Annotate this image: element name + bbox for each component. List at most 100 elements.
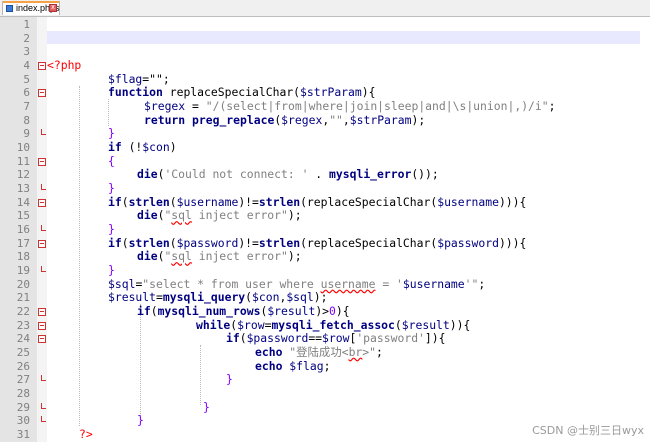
code-line[interactable]: 12 die('Could not connect: ' . mysqli_err…: [0, 168, 650, 182]
code-line[interactable]: 9}: [0, 127, 650, 141]
code-token: die: [137, 249, 158, 264]
code-token: (replaceSpecialChar(: [300, 194, 438, 209]
code-token: $sql: [108, 276, 136, 291]
code-line[interactable]: 18 die("sql inject error");: [0, 250, 650, 264]
fold-toggle-icon[interactable]: [38, 157, 46, 166]
code-token: ){: [361, 85, 376, 100]
code-token: ;: [376, 345, 383, 360]
code-line[interactable]: 29}: [0, 400, 650, 415]
code-line[interactable]: 5 $flag="";: [0, 71, 650, 87]
code-text: return preg_replace($regex,"",$strParam)…: [144, 112, 425, 128]
code-token: {: [108, 153, 115, 168]
code-line[interactable]: 4 <?php: [0, 58, 650, 73]
code-line[interactable]: 14 if(strlen($username)!=strlen(replaceSp…: [0, 194, 650, 210]
fold-end-marker: [41, 184, 46, 191]
fold-toggle-icon[interactable]: [38, 239, 46, 248]
line-number: 5: [23, 72, 30, 86]
line-number: 28: [16, 387, 30, 401]
code-token: $con: [252, 290, 280, 305]
line-number: 29: [16, 400, 30, 414]
line-number: 9: [23, 127, 30, 141]
code-token: 0: [329, 304, 336, 319]
code-line[interactable]: 1: [0, 18, 650, 32]
code-line[interactable]: 15 die("sql inject error");: [0, 209, 650, 223]
code-token: (: [121, 194, 129, 209]
code-token: (: [239, 331, 247, 346]
code-text: }: [137, 414, 144, 428]
code-line[interactable]: 20 $sql="select * from user where usernam…: [0, 276, 650, 292]
code-token: =: [185, 99, 206, 114]
code-line[interactable]: 28: [0, 387, 650, 401]
code-line[interactable]: 23 while($row=mysqli_fetch_assoc($result)…: [0, 317, 650, 333]
line-number: 26: [16, 359, 30, 373]
code-line[interactable]: 7 $regex = "/(select|from|where|join|slee…: [0, 99, 650, 114]
code-token: ]){: [424, 331, 446, 346]
code-text: if(strlen($password)!=strlen(replaceSpec…: [108, 235, 527, 251]
code-text: die('Could not connect: ' . mysqli_error…: [137, 168, 439, 182]
code-line[interactable]: 2: [0, 32, 650, 46]
fold-toggle-icon[interactable]: [38, 89, 46, 98]
line-number: 13: [16, 182, 30, 196]
code-line[interactable]: 27}: [0, 373, 650, 387]
code-line[interactable]: 25 echo "登陆成功<br>";: [0, 345, 650, 360]
line-number: 21: [16, 291, 30, 305]
code-token: ;: [548, 99, 556, 114]
fold-toggle-icon[interactable]: [38, 321, 46, 330]
code-token: $con: [142, 140, 170, 155]
code-token: <?php: [47, 58, 82, 72]
line-number: 24: [16, 332, 30, 346]
code-text: echo $flag;: [255, 359, 330, 374]
fold-end-marker: [41, 375, 46, 382]
code-line[interactable]: 8 return preg_replace($regex,"",$strParam…: [0, 112, 650, 128]
fold-toggle-icon[interactable]: [38, 308, 46, 317]
code-text: function replaceSpecialChar($strParam){: [108, 86, 375, 100]
code-token: ?>: [79, 427, 93, 442]
close-icon[interactable]: x: [49, 4, 57, 12]
code-token: }: [108, 126, 115, 141]
fold-end-marker: [41, 266, 46, 273]
code-line[interactable]: 26 echo $flag;: [0, 359, 650, 374]
code-token: $flag: [108, 71, 143, 86]
code-token: ))){: [498, 235, 527, 250]
code-line[interactable]: 13}: [0, 181, 650, 196]
fold-toggle-icon[interactable]: [38, 335, 46, 344]
watermark: CSDN @士别三日wyx: [532, 424, 644, 437]
fold-toggle-icon[interactable]: [38, 198, 46, 207]
code-line[interactable]: 24 if($password==$row['password']){: [0, 332, 650, 346]
code-line[interactable]: 6 function replaceSpecialChar($strParam){: [0, 86, 650, 100]
line-number: 15: [16, 209, 30, 223]
code-token: 'Could not connect: ': [164, 167, 309, 182]
code-token: $strParam: [300, 85, 362, 100]
line-number: 10: [16, 141, 30, 155]
code-token: mysqli_num_rows: [157, 304, 261, 319]
code-token: if: [108, 194, 122, 209]
code-line[interactable]: 11 {: [0, 153, 650, 169]
code-token: $result: [401, 317, 450, 332]
line-number: 2: [23, 31, 30, 45]
code-line[interactable]: 17 if(strlen($password)!=strlen(replaceSp…: [0, 235, 650, 251]
code-token: $row: [322, 331, 350, 346]
code-token: sql: [171, 249, 192, 264]
fold-end-marker: [41, 225, 46, 232]
tab-index-phps[interactable]: index.phps x: [2, 1, 60, 15]
code-text: $regex = "/(select|from|where|join|sleep…: [144, 99, 556, 114]
code-line[interactable]: 16}: [0, 222, 650, 237]
code-token: inject error": [191, 249, 288, 264]
code-text: die("sql inject error");: [137, 209, 302, 223]
code-line[interactable]: 21 $result=mysqli_query($con,$sql);: [0, 291, 650, 305]
code-text: if(mysqli_num_rows($result)>0){: [137, 304, 350, 319]
code-token: ());: [411, 167, 439, 182]
code-text: echo "登陆成功<br>";: [255, 345, 383, 360]
fold-toggle-icon[interactable]: [38, 62, 46, 70]
line-number: 25: [16, 346, 30, 360]
code-token: $strParam: [349, 112, 412, 127]
code-line[interactable]: 10 if (!$con): [0, 140, 650, 155]
code-token: $username: [176, 194, 239, 209]
code-token: $sql: [286, 290, 314, 305]
code-line[interactable]: 19}: [0, 263, 650, 278]
code-token: }: [137, 413, 144, 428]
line-number: 6: [23, 86, 30, 100]
code-line[interactable]: 22 if(mysqli_num_rows($result)>0){: [0, 304, 650, 319]
line-number: 7: [23, 100, 30, 114]
code-line[interactable]: 3: [0, 45, 650, 59]
